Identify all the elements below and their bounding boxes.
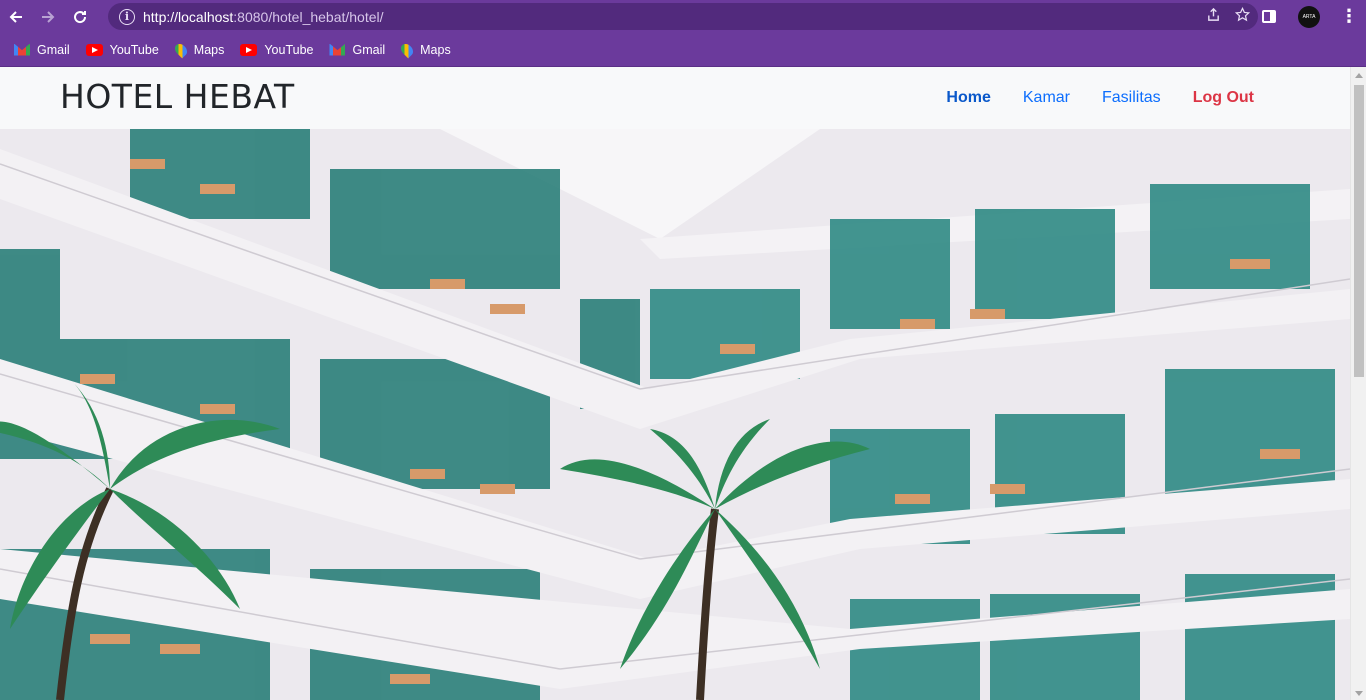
side-panel-icon[interactable]: [1262, 10, 1276, 23]
nav-logout[interactable]: Log Out: [1193, 89, 1254, 107]
browser-toolbar: i http://localhost:8080/hotel_hebat/hote…: [0, 0, 1366, 33]
address-bar[interactable]: i http://localhost:8080/hotel_hebat/hote…: [108, 3, 1258, 30]
bookmark-label: YouTube: [264, 42, 314, 57]
bookmark-label: Maps: [420, 42, 451, 57]
scroll-up-icon[interactable]: [1355, 73, 1363, 78]
youtube-icon: [240, 43, 258, 56]
arrow-right-icon: [42, 10, 55, 23]
bookmark-label: Gmail: [352, 42, 386, 57]
info-icon[interactable]: i: [119, 8, 135, 25]
bookmark-youtube[interactable]: YouTube: [85, 42, 159, 57]
youtube-icon: [85, 43, 103, 56]
brand-title[interactable]: HOTEL HEBAT: [60, 77, 295, 116]
bookmark-gmail[interactable]: Gmail: [14, 43, 70, 57]
bookmark-label: Gmail: [37, 42, 70, 57]
bookmark-label: Maps: [193, 42, 225, 57]
gmail-icon: [329, 43, 346, 56]
bookmark-maps[interactable]: Maps: [172, 41, 225, 58]
url-path: :8080/hotel_hebat/hotel/: [233, 8, 384, 25]
url-host: http://localhost: [143, 8, 234, 25]
page-viewport: HOTEL HEBAT Home Kamar Fasilitas Log Out: [0, 67, 1350, 700]
gmail-icon: [14, 43, 30, 56]
page-scrollbar[interactable]: [1350, 67, 1366, 700]
scroll-thumb[interactable]: [1354, 85, 1364, 377]
nav-fasilitas[interactable]: Fasilitas: [1102, 89, 1161, 107]
profile-avatar[interactable]: ARTA: [1298, 5, 1320, 28]
share-icon[interactable]: [1206, 7, 1221, 22]
bookmark-label: YouTube: [109, 42, 159, 57]
scroll-down-icon[interactable]: [1355, 691, 1363, 696]
forward-button[interactable]: [32, 1, 64, 33]
arrow-left-icon: [9, 10, 22, 23]
hotel-courtyard-photo: [0, 129, 1350, 700]
nav-kamar[interactable]: Kamar: [1023, 89, 1070, 107]
maps-icon: [398, 41, 416, 58]
maps-icon: [172, 41, 190, 58]
hero-image: [0, 129, 1350, 700]
bookmarks-bar: Gmail YouTube Maps YouTube Gmail Maps: [0, 33, 1366, 67]
bookmark-maps[interactable]: Maps: [398, 41, 451, 58]
nav-home[interactable]: Home: [946, 89, 990, 107]
navbar: HOTEL HEBAT Home Kamar Fasilitas Log Out: [0, 67, 1350, 129]
bookmark-youtube[interactable]: YouTube: [240, 43, 313, 57]
reload-button[interactable]: [64, 1, 96, 33]
back-button[interactable]: [0, 1, 32, 33]
menu-icon[interactable]: ⋮: [1340, 6, 1358, 27]
reload-icon: [74, 10, 87, 23]
bookmark-gmail[interactable]: Gmail: [329, 43, 385, 57]
star-icon[interactable]: [1235, 7, 1250, 22]
